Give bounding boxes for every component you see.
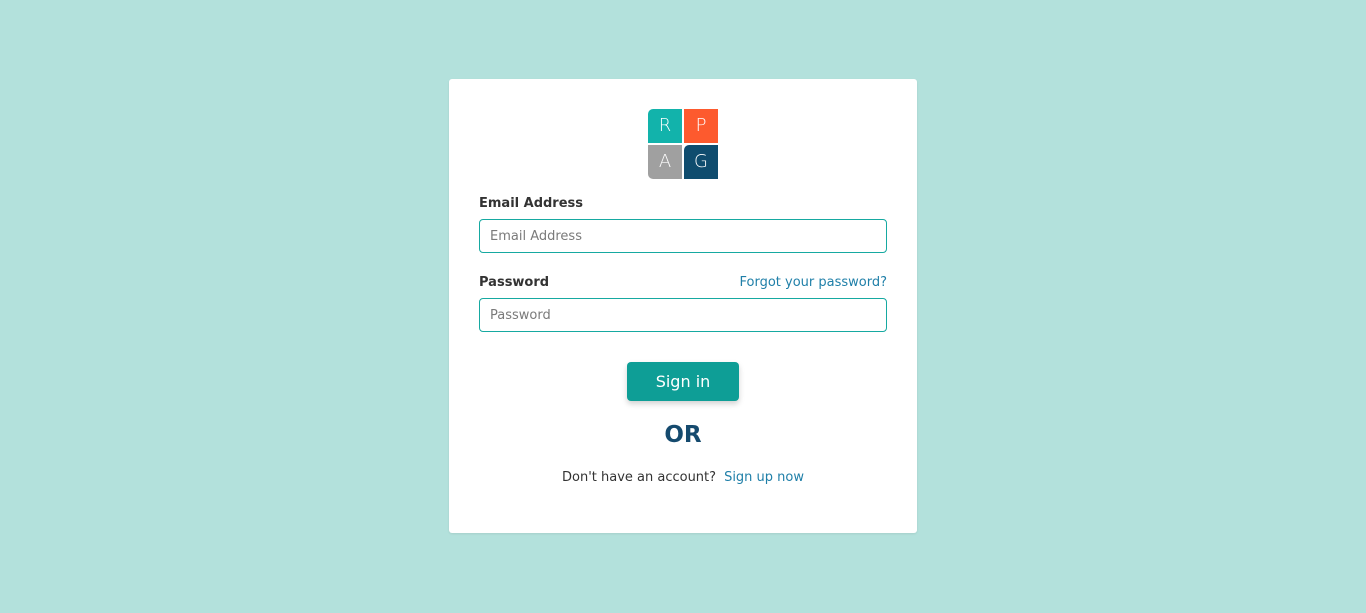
sign-in-button[interactable]: Sign in (627, 362, 739, 401)
password-label: Password (479, 275, 550, 290)
logo-tile-r: R (648, 109, 682, 143)
password-field[interactable] (479, 298, 887, 332)
email-field[interactable] (479, 219, 887, 253)
logo-tile-a: A (648, 145, 682, 179)
or-divider-text: OR (664, 422, 702, 448)
logo-tile-p: P (684, 109, 718, 143)
sign-up-link[interactable]: Sign up now (724, 470, 804, 485)
email-label: Email Address (479, 196, 584, 211)
login-card: R P A G Email Address Password Forgot yo… (449, 79, 917, 533)
signup-prompt: Don't have an account? (561, 470, 717, 485)
logo-tile-g: G (684, 145, 718, 179)
brand-logo: R P A G (648, 109, 718, 179)
forgot-password-link[interactable]: Forgot your password? (739, 275, 887, 290)
signup-row: Don't have an account? Sign up now (449, 470, 917, 485)
